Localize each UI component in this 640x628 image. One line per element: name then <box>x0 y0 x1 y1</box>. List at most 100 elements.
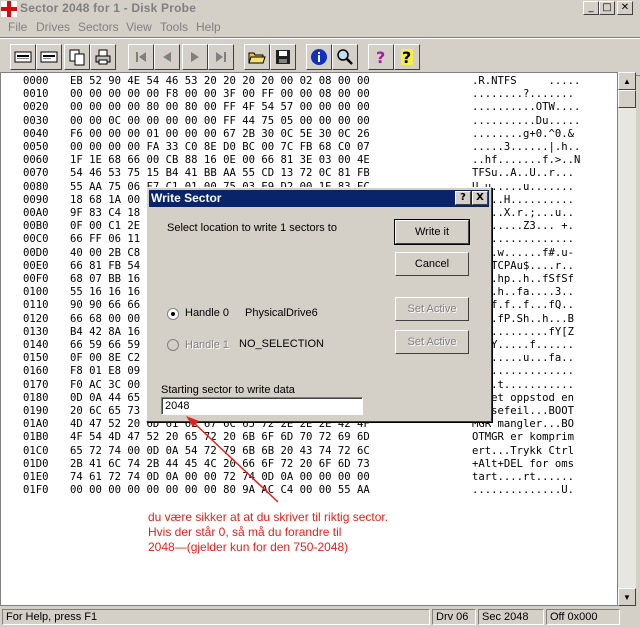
dialog-title-bar: Write Sector ? X <box>149 190 489 207</box>
handle0-radio[interactable] <box>167 308 179 320</box>
help-button[interactable]: ? <box>368 44 394 70</box>
menu-tools[interactable]: Tools <box>160 20 188 34</box>
row-offset: 00A0 <box>23 207 49 219</box>
row-offset: 0130 <box>23 325 49 338</box>
maximize-button[interactable]: □ <box>599 1 615 15</box>
write-sectors-button[interactable] <box>36 44 62 70</box>
close-button[interactable]: ✕ <box>617 1 633 15</box>
handle1-radio[interactable] <box>167 339 179 351</box>
row-ascii[interactable]: .....3......|.h.. <box>472 141 580 154</box>
arrow-down-icon: ▼ <box>623 592 631 602</box>
row-ascii[interactable]: TFSu..A..U..r... <box>472 167 574 180</box>
row-offset: 0010 <box>23 88 49 101</box>
menu-drives[interactable]: Drives <box>36 20 70 34</box>
status-help: For Help, press F1 <box>2 609 430 625</box>
row-offset: 0030 <box>23 114 49 127</box>
row-offset: 01E0 <box>23 471 49 483</box>
context-help-button[interactable]: ? <box>394 44 420 70</box>
save-button[interactable] <box>270 44 296 70</box>
read-sectors-button[interactable] <box>10 44 36 70</box>
annotation-line-3: 2048—(gjelder kun for den 750-2048) <box>148 540 349 554</box>
row-bytes[interactable]: 00 00 0C 00 00 00 00 00 FF 44 75 05 00 0… <box>70 115 370 128</box>
row-bytes[interactable]: 2B 41 6C 74 2B 44 45 4C 20 66 6F 72 20 6… <box>70 458 370 471</box>
last-sector-button[interactable] <box>208 44 234 70</box>
row-offset: 0110 <box>23 299 49 312</box>
annotation-line-1: du være sikker at at du skriver til rikt… <box>148 510 389 524</box>
handle0-value: PhysicalDrive6 <box>245 307 318 319</box>
row-ascii[interactable]: tart....rt...... <box>472 471 574 484</box>
row-offset: 0150 <box>23 352 49 365</box>
first-sector-button[interactable] <box>128 44 154 70</box>
row-bytes[interactable]: F6 00 00 00 01 00 00 00 67 2B 30 0C 5E 3… <box>70 128 370 141</box>
start-sector-input[interactable]: 2048 <box>161 397 363 415</box>
save-icon <box>276 50 290 64</box>
svg-text:?: ? <box>402 48 411 66</box>
cancel-button[interactable]: Cancel <box>395 252 469 276</box>
write-sector-dialog: Write Sector ? X Select location to writ… <box>146 187 492 422</box>
row-ascii[interactable]: ........g+0.^0.& <box>472 128 574 141</box>
toolbar: ? ? <box>0 38 640 76</box>
row-bytes[interactable]: 00 00 00 00 00 F8 00 00 3F 00 FF 00 00 0… <box>70 88 370 101</box>
row-offset: 0140 <box>23 339 49 351</box>
scroll-up-button[interactable]: ▲ <box>618 72 636 90</box>
row-bytes[interactable]: EB 52 90 4E 54 46 53 20 20 20 20 00 02 0… <box>70 75 370 88</box>
open-button[interactable] <box>244 44 270 70</box>
dialog-close-button[interactable]: X <box>472 191 488 205</box>
annotation-text: du være sikker at at du skriver til rikt… <box>148 510 468 555</box>
svg-text:?: ? <box>376 48 385 66</box>
handle1-value: NO_SELECTION <box>239 338 324 350</box>
window-title: Sector 2048 for 1 - Disk Probe <box>20 1 197 15</box>
row-ascii[interactable]: ..........OTW.... <box>472 101 580 114</box>
app-icon <box>1 1 17 17</box>
dialog-title: Write Sector <box>151 191 222 205</box>
print-button[interactable] <box>90 44 116 70</box>
help-icon: ? <box>376 48 385 66</box>
minimize-button[interactable]: _ <box>583 1 599 15</box>
row-bytes[interactable]: 00 00 00 00 80 00 80 00 FF 4F 54 57 00 0… <box>70 101 370 114</box>
dialog-help-button[interactable]: ? <box>455 191 471 205</box>
row-offset: 0180 <box>23 391 49 404</box>
handle1-label: Handle 1 <box>185 339 230 351</box>
row-offset: 0100 <box>23 286 49 299</box>
prev-sector-button[interactable] <box>154 44 180 70</box>
row-offset: 01A0 <box>23 418 49 431</box>
row-offset: 0170 <box>23 378 49 391</box>
scroll-thumb[interactable] <box>618 90 636 108</box>
info-button[interactable] <box>306 44 332 70</box>
row-ascii[interactable]: ..........Du..... <box>472 115 580 128</box>
row-bytes[interactable]: 1F 1E 68 66 00 CB 88 16 0E 00 66 81 3E 0… <box>70 154 370 167</box>
row-bytes[interactable]: 54 46 53 75 15 B4 41 BB AA 55 CD 13 72 0… <box>70 167 370 180</box>
row-offset: 0120 <box>23 312 49 325</box>
row-bytes[interactable]: 74 61 72 74 0D 0A 00 00 72 74 0D 0A 00 0… <box>70 471 370 484</box>
row-offset: 00C0 <box>23 233 49 246</box>
last-sector-icon <box>216 52 226 62</box>
menu-sectors[interactable]: Sectors <box>78 20 119 34</box>
row-offset: 0190 <box>23 405 49 417</box>
row-ascii[interactable]: ..hf.......f.>..N <box>472 154 580 167</box>
row-ascii[interactable]: ert...Trykk Ctrl <box>472 445 574 458</box>
vertical-scrollbar[interactable]: ▲ ▼ <box>618 72 636 606</box>
row-ascii[interactable]: .R.NTFS ..... <box>472 75 580 88</box>
set-active-button-1[interactable]: Set Active <box>395 330 469 354</box>
row-bytes[interactable]: 00 00 00 00 00 00 00 00 80 9A AC C4 00 0… <box>70 484 370 497</box>
row-bytes[interactable]: 4F 54 4D 47 52 20 65 72 20 6B 6F 6D 70 7… <box>70 431 370 444</box>
read-sectors-icon <box>14 51 32 63</box>
row-ascii[interactable]: ........?....... <box>472 88 574 101</box>
status-offset: Off 0x000 <box>546 609 620 625</box>
set-active-button-0[interactable]: Set Active <box>395 297 469 321</box>
row-offset: 00B0 <box>23 220 49 233</box>
search-button[interactable] <box>332 44 358 70</box>
menu-view[interactable]: View <box>126 20 152 34</box>
row-ascii[interactable]: ..............U. <box>472 484 574 497</box>
menu-file[interactable]: File <box>8 20 27 34</box>
row-ascii[interactable]: +Alt+DEL for oms <box>472 458 574 471</box>
menu-help[interactable]: Help <box>196 20 221 34</box>
row-ascii[interactable]: OTMGR er komprim <box>472 431 574 444</box>
row-bytes[interactable]: 65 72 74 00 0D 0A 54 72 79 6B 6B 20 43 7… <box>70 445 370 458</box>
copy-button[interactable] <box>64 44 90 70</box>
next-sector-button[interactable] <box>182 44 208 70</box>
write-it-button[interactable]: Write it <box>394 219 470 245</box>
scroll-down-button[interactable]: ▼ <box>618 588 636 606</box>
prev-sector-icon <box>163 52 171 62</box>
row-bytes[interactable]: 00 00 00 00 FA 33 C0 8E D0 BC 00 7C FB 6… <box>70 141 370 154</box>
